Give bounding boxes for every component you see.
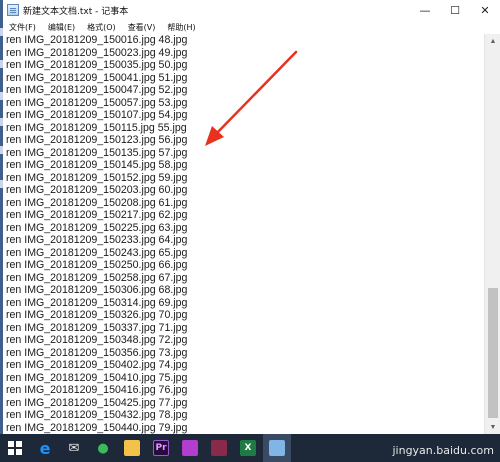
text-line: ren IMG_20181209_150107.jpg 54.jpg xyxy=(6,109,188,121)
taskbar-notepad[interactable] xyxy=(263,434,291,462)
scroll-thumb[interactable] xyxy=(488,288,498,418)
excel-icon: X xyxy=(240,440,256,456)
text-line: ren IMG_20181209_150258.jpg 67.jpg xyxy=(6,271,188,284)
text-line: ren IMG_20181209_150314.jpg 69.jpg xyxy=(6,296,188,309)
menu-edit[interactable]: 编辑(E) xyxy=(42,22,81,33)
text-line: ren IMG_20181209_150440.jpg 79.jpg xyxy=(6,421,188,434)
taskbar-excel[interactable]: X xyxy=(234,434,262,462)
photoshop-icon xyxy=(182,440,198,456)
menu-bar: 文件(F) 编辑(E) 格式(O) 查看(V) 帮助(H) xyxy=(3,20,500,34)
notepad-icon xyxy=(269,440,285,456)
taskbar-photoshop[interactable] xyxy=(176,434,204,462)
text-line: ren IMG_20181209_150115.jpg 55.jpg xyxy=(6,121,187,134)
text-line: ren IMG_20181209_150145.jpg 58.jpg xyxy=(6,159,188,171)
edge-icon: e xyxy=(39,438,51,458)
folder-icon xyxy=(124,440,140,456)
window-controls: — ☐ ✕ xyxy=(410,0,500,20)
text-line: ren IMG_20181209_150402.jpg 74.jpg xyxy=(6,359,188,371)
text-line: ren IMG_20181209_150047.jpg 52.jpg xyxy=(6,84,188,96)
vertical-scrollbar[interactable]: ▲ ▼ xyxy=(484,34,500,434)
text-line: ren IMG_20181209_150016.jpg 48.jpg xyxy=(6,34,188,46)
winrar-icon xyxy=(211,440,227,456)
scroll-down-arrow-icon[interactable]: ▼ xyxy=(485,420,500,434)
premiere-icon: Pr xyxy=(153,440,169,456)
notepad-icon xyxy=(7,4,19,16)
close-button[interactable]: ✕ xyxy=(470,0,500,20)
text-line: ren IMG_20181209_150326.jpg 70.jpg xyxy=(6,309,188,321)
text-line: ren IMG_20181209_150217.jpg 62.jpg xyxy=(6,209,188,221)
text-line: ren IMG_20181209_150203.jpg 60.jpg xyxy=(6,184,188,196)
text-line: ren IMG_20181209_150243.jpg 65.jpg xyxy=(6,246,188,259)
menu-help[interactable]: 帮助(H) xyxy=(161,22,201,33)
text-line: ren IMG_20181209_150410.jpg 75.jpg xyxy=(6,371,188,384)
text-line: ren IMG_20181209_150208.jpg 61.jpg xyxy=(6,196,188,209)
text-line: ren IMG_20181209_150057.jpg 53.jpg xyxy=(6,96,188,109)
mail-icon: ✉ xyxy=(68,440,80,456)
taskbar-explorer[interactable] xyxy=(118,434,146,462)
window-title: 新建文本文档.txt - 记事本 xyxy=(23,6,129,17)
taskbar-winrar[interactable] xyxy=(205,434,233,462)
taskbar-edge[interactable]: e xyxy=(31,434,59,462)
text-line: ren IMG_20181209_150035.jpg 50.jpg xyxy=(6,59,188,71)
text-line: ren IMG_20181209_150041.jpg 51.jpg xyxy=(6,71,188,84)
taskbar-premiere[interactable]: Pr xyxy=(147,434,175,462)
notepad-window: 新建文本文档.txt - 记事本 — ☐ ✕ 文件(F) 编辑(E) 格式(O)… xyxy=(3,0,500,434)
text-line: ren IMG_20181209_150023.jpg 49.jpg xyxy=(6,46,188,59)
text-line: ren IMG_20181209_150225.jpg 63.jpg xyxy=(6,221,188,234)
text-line: ren IMG_20181209_150135.jpg 57.jpg xyxy=(6,146,188,159)
scroll-up-arrow-icon[interactable]: ▲ xyxy=(485,34,500,48)
text-line: ren IMG_20181209_150348.jpg 72.jpg xyxy=(6,334,188,346)
text-editor[interactable]: ren IMG_20181209_150016.jpg 48.jpg ren IM… xyxy=(3,34,483,434)
start-button[interactable] xyxy=(0,434,30,462)
text-line: ren IMG_20181209_150123.jpg 56.jpg xyxy=(6,134,188,146)
text-line: ren IMG_20181209_150425.jpg 77.jpg xyxy=(6,396,188,409)
menu-view[interactable]: 查看(V) xyxy=(122,22,162,33)
windows-logo-icon xyxy=(8,441,22,455)
taskbar-mail[interactable]: ✉ xyxy=(60,434,88,462)
text-line: ren IMG_20181209_150306.jpg 68.jpg xyxy=(6,284,188,296)
title-bar[interactable]: 新建文本文档.txt - 记事本 — ☐ ✕ xyxy=(3,0,500,20)
text-line: ren IMG_20181209_150233.jpg 64.jpg xyxy=(6,234,188,246)
text-line: ren IMG_20181209_150152.jpg 59.jpg xyxy=(6,171,188,184)
taskbar-app-green[interactable]: ● xyxy=(89,434,117,462)
maximize-button[interactable]: ☐ xyxy=(440,0,470,20)
text-line: ren IMG_20181209_150337.jpg 71.jpg xyxy=(6,321,188,334)
menu-file[interactable]: 文件(F) xyxy=(3,22,42,33)
menu-format[interactable]: 格式(O) xyxy=(81,22,122,33)
text-line: ren IMG_20181209_150356.jpg 73.jpg xyxy=(6,346,188,359)
minimize-button[interactable]: — xyxy=(410,0,440,20)
text-line: ren IMG_20181209_150250.jpg 66.jpg xyxy=(6,259,188,271)
text-line: ren IMG_20181209_150416.jpg 76.jpg xyxy=(6,384,188,396)
watermark: jingyan.baidu.com xyxy=(392,444,494,457)
text-line: ren IMG_20181209_150432.jpg 78.jpg xyxy=(6,409,188,421)
text-lines: ren IMG_20181209_150016.jpg 48.jpg ren IM… xyxy=(6,34,187,434)
green-circle-icon: ● xyxy=(97,440,109,456)
